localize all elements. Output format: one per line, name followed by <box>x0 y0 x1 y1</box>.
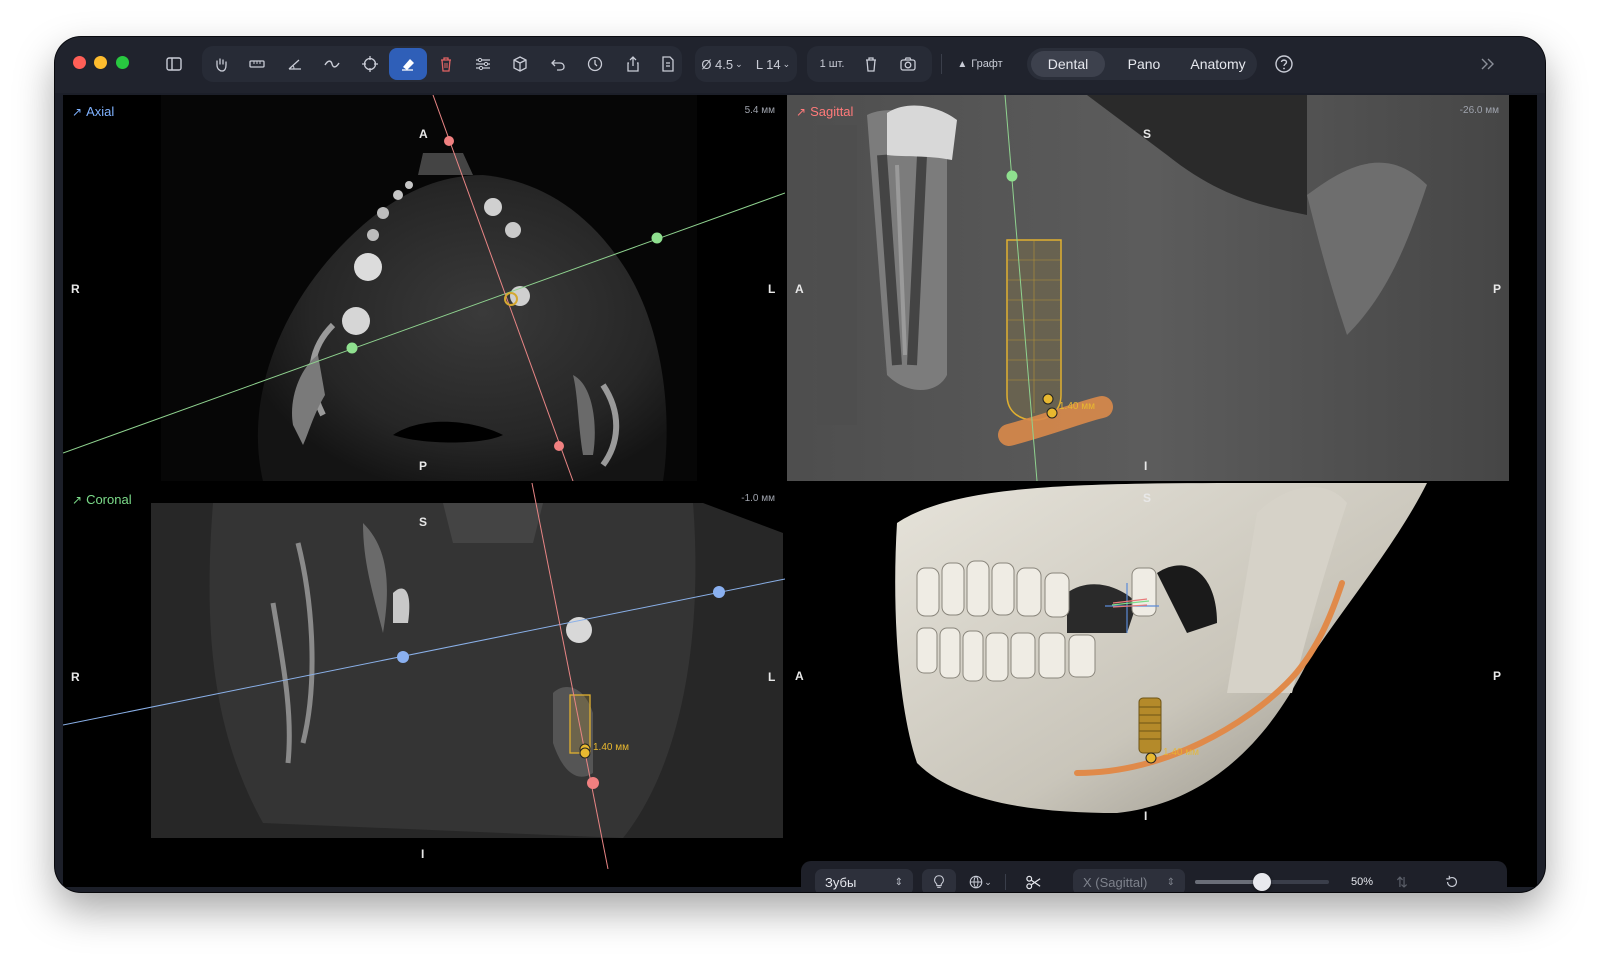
orient-bottom: I <box>421 847 425 861</box>
minimize-window-button[interactable] <box>94 56 107 69</box>
graft-button[interactable]: ▲ Графт <box>950 49 1010 79</box>
rotate-view-icon[interactable] <box>579 49 611 79</box>
ruler-icon[interactable] <box>241 49 273 79</box>
snapshot-icon[interactable] <box>893 49 923 79</box>
sagittal-viewport[interactable]: 1.40 мм ↗ Sagittal -26.0 мм S I A P <box>787 95 1509 481</box>
mode-pano[interactable]: Pano <box>1111 51 1177 77</box>
layer-select[interactable]: Зубы ⇕ <box>815 869 913 892</box>
arrow-up-right-icon: ↗ <box>72 104 83 119</box>
crosshair-icon[interactable] <box>354 49 386 79</box>
light-bulb-icon[interactable] <box>922 869 956 892</box>
arrow-up-right-icon: ↗ <box>796 104 807 119</box>
scissors-icon[interactable] <box>1016 869 1050 892</box>
orient-top: S <box>1143 127 1152 141</box>
opacity-slider-fill <box>1195 880 1262 884</box>
orient-top: S <box>1143 491 1152 505</box>
graft-label: Графт <box>971 58 1003 70</box>
trash-icon[interactable] <box>430 49 462 79</box>
axial-title-text: Axial <box>86 104 115 119</box>
zoom-window-button[interactable] <box>116 56 129 69</box>
sagittal-scan-image <box>787 95 1509 481</box>
app-window: Ø 4.5 ⌄ L 14 ⌄ 1 шт. ▲ Графт Dental Pano… <box>55 37 1545 892</box>
axial-scan-image <box>63 95 785 481</box>
sagittal-title-text: Sagittal <box>810 104 854 119</box>
mode-anatomy[interactable]: Anatomy <box>1181 51 1255 77</box>
opacity-label: 50% <box>1351 876 1374 888</box>
eraser-icon[interactable] <box>389 48 427 80</box>
close-window-button[interactable] <box>73 56 86 69</box>
orient-right: P <box>1493 282 1502 296</box>
updown-chevron-icon: ⇕ <box>894 876 903 888</box>
hand-pan-icon[interactable] <box>205 49 237 79</box>
sliders-icon[interactable] <box>467 49 499 79</box>
updown-chevron-icon: ⇕ <box>1166 876 1175 888</box>
length-select[interactable]: L 14 ⌄ <box>752 49 794 79</box>
diameter-select[interactable]: Ø 4.5 ⌄ <box>697 49 747 79</box>
orient-bottom: I <box>1144 459 1148 473</box>
axial-depth: 5.4 мм <box>744 105 775 116</box>
axial-viewport[interactable]: ↗ Axial 5.4 мм A P R L <box>63 95 785 481</box>
orient-left: R <box>71 670 80 684</box>
toolbar: Ø 4.5 ⌄ L 14 ⌄ 1 шт. ▲ Графт Dental Pano… <box>55 37 1545 93</box>
coronal-measurement: 1.40 мм <box>593 742 629 753</box>
coronal-depth: -1.0 мм <box>741 493 775 504</box>
undo-icon[interactable] <box>542 49 574 79</box>
coronal-title: ↗ Coronal <box>72 492 132 507</box>
volume-3d-render <box>895 483 1427 813</box>
volume-measurement: 1.40 мм <box>1163 747 1199 758</box>
angle-icon[interactable] <box>279 49 311 79</box>
orient-right: P <box>1493 669 1502 683</box>
chevron-down-icon: ⌄ <box>782 58 791 69</box>
arrow-up-right-icon: ↗ <box>72 492 83 507</box>
orient-right: L <box>768 670 776 684</box>
orient-top: S <box>419 515 428 529</box>
mode-dental[interactable]: Dental <box>1031 51 1105 77</box>
orient-left: R <box>71 282 80 296</box>
count-label[interactable]: 1 шт. <box>811 49 853 79</box>
curve-icon[interactable] <box>316 49 348 79</box>
plane-select[interactable]: X (Sagittal) ⇕ <box>1073 869 1185 892</box>
sagittal-measurement: 1.40 мм <box>1059 401 1095 412</box>
opacity-slider-thumb[interactable] <box>1253 873 1271 891</box>
diameter-value: Ø 4.5 <box>701 56 734 72</box>
share-icon[interactable] <box>617 49 649 79</box>
cube-icon[interactable] <box>504 49 536 79</box>
length-value: L 14 <box>755 56 781 72</box>
orient-left: A <box>795 282 804 296</box>
chevron-down-icon: ⌄ <box>984 876 992 887</box>
sagittal-depth: -26.0 мм <box>1459 105 1499 116</box>
globe-menu-icon[interactable]: ⌄ <box>963 869 997 892</box>
bar-divider <box>1005 874 1006 890</box>
toolbar-divider <box>941 54 942 74</box>
delete-implant-icon[interactable] <box>857 49 885 79</box>
plane-select-value: X (Sagittal) <box>1083 874 1148 890</box>
reset-rotate-icon[interactable] <box>1439 869 1465 892</box>
coronal-viewport[interactable]: 1.40 мм ↗ Coronal -1.0 мм S I R L <box>63 483 785 869</box>
graft-triangle-icon: ▲ <box>957 58 968 70</box>
axial-title: ↗ Axial <box>72 104 114 119</box>
orient-bottom: P <box>419 459 428 473</box>
layer-select-value: Зубы <box>825 874 857 890</box>
coronal-title-text: Coronal <box>86 492 132 507</box>
coronal-scan-image <box>63 483 785 869</box>
chevron-down-icon: ⌄ <box>735 58 743 69</box>
expand-panel-icon[interactable] <box>1470 49 1506 79</box>
orient-bottom: I <box>1144 809 1148 823</box>
sagittal-title: ↗ Sagittal <box>796 104 853 119</box>
orient-right: L <box>768 282 776 296</box>
help-icon[interactable] <box>1268 49 1300 79</box>
sort-arrows-icon[interactable]: ⇅ <box>1389 869 1415 892</box>
volume-controls-bar: Зубы ⇕ ⌄ X (Sagittal) ⇕ 50% ⇅ <box>801 861 1507 892</box>
sidebar-toggle-icon[interactable] <box>157 49 191 79</box>
volume-3d-viewport[interactable]: 1.40 мм S I A P <box>787 483 1509 887</box>
document-icon[interactable] <box>652 49 684 79</box>
orient-top: A <box>419 127 428 141</box>
opacity-slider[interactable] <box>1195 873 1329 891</box>
viewport-grid: ↗ Axial 5.4 мм A P R L 1.40 мм ↗ Sagitta… <box>63 95 1537 892</box>
orient-left: A <box>795 669 804 683</box>
